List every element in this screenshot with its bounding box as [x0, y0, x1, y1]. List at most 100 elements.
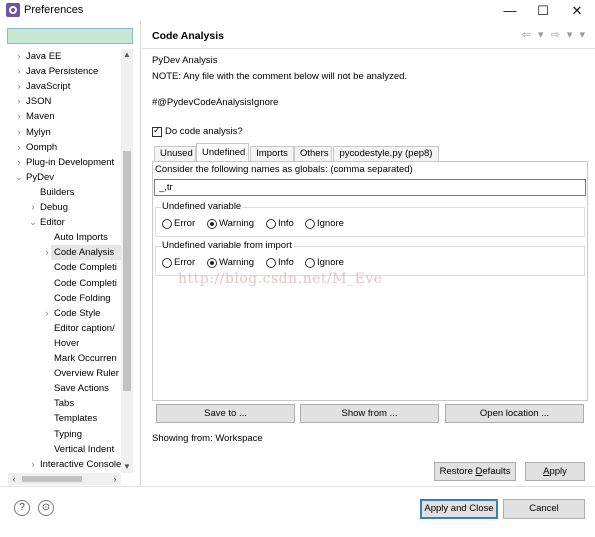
radio-info[interactable]: [266, 258, 276, 268]
globals-input[interactable]: [154, 179, 586, 196]
apply-and-close-button[interactable]: Apply and Close: [420, 499, 498, 519]
tree-item[interactable]: › Maven: [18, 109, 55, 124]
note-text: NOTE: Any file with the comment below wi…: [152, 71, 408, 82]
radio-ignore[interactable]: [305, 219, 315, 229]
tree-item-label: Debug: [40, 202, 68, 213]
watermark: http://blog.csdn.net/M_Eve: [178, 271, 383, 287]
filter-input[interactable]: [7, 28, 133, 44]
import-export-icon[interactable]: ⊙: [38, 500, 54, 516]
tree-horizontal-scrollbar[interactable]: ‹ ›: [8, 473, 121, 485]
collapsed-arrow-icon[interactable]: ›: [14, 155, 24, 170]
tree-vertical-scrollbar[interactable]: ▲ ▼: [121, 49, 133, 473]
collapsed-arrow-icon[interactable]: ›: [42, 245, 52, 260]
tree-item[interactable]: Mark Occurren: [54, 351, 117, 366]
tree-item[interactable]: Tabs: [54, 396, 74, 411]
tree-item-label: Java Persistence: [26, 66, 99, 78]
scrollbar-thumb[interactable]: [22, 476, 82, 482]
tree-item[interactable]: Hover: [54, 336, 79, 351]
cancel-button[interactable]: Cancel: [503, 499, 585, 519]
tree-item[interactable]: › Code Style: [46, 306, 101, 321]
tree-item-label: Editor caption/: [54, 322, 115, 334]
tree-item-label: Mark Occurren: [54, 353, 117, 364]
tree-item[interactable]: Auto Imports: [54, 230, 108, 245]
radio-info[interactable]: [266, 219, 276, 229]
restore-defaults-button[interactable]: Restore Defaults: [434, 462, 516, 481]
tree-item[interactable]: › Mylyn: [18, 125, 51, 140]
expanded-arrow-icon[interactable]: ⌄: [28, 215, 38, 230]
radio-label: Error: [174, 257, 196, 268]
tree-item-label: Editor: [40, 217, 65, 229]
tree-item[interactable]: › Debug: [32, 200, 69, 215]
tree-item[interactable]: › JavaScript: [18, 79, 71, 94]
tree-item[interactable]: Vertical Indent: [54, 442, 114, 457]
show-from-button[interactable]: Show from ...: [300, 404, 439, 423]
collapsed-arrow-icon[interactable]: ›: [28, 200, 38, 215]
help-icon[interactable]: ?: [14, 500, 30, 516]
tree-item-label: Tabs: [54, 398, 75, 410]
do-code-analysis-checkbox[interactable]: [152, 125, 162, 137]
scroll-down-icon[interactable]: ▼: [121, 461, 133, 473]
tree-item[interactable]: Code Completi: [54, 260, 117, 275]
tree-item-label: Builders: [40, 186, 75, 198]
collapsed-arrow-icon[interactable]: ›: [14, 64, 24, 79]
radio-error[interactable]: [162, 219, 172, 229]
tree-item[interactable]: › Code Analysis: [46, 245, 121, 261]
expanded-arrow-icon[interactable]: ⌄: [14, 170, 24, 185]
save-to-button[interactable]: Save to ...: [156, 404, 295, 423]
apply-button[interactable]: Apply: [525, 462, 585, 481]
tree-item[interactable]: Code Completi: [54, 276, 117, 291]
tree-item[interactable]: Save Actions: [54, 381, 109, 396]
radio-warning[interactable]: [207, 258, 217, 268]
tree-item[interactable]: Templates: [54, 411, 97, 426]
radio-ignore[interactable]: [305, 258, 315, 268]
collapsed-arrow-icon[interactable]: ›: [14, 109, 24, 124]
tree-item[interactable]: ⌄ Editor: [29, 215, 65, 230]
restore-defaults-label: Restore: [439, 466, 476, 477]
tree-item-label: Typing: [54, 428, 82, 440]
radio-label: Warning: [219, 257, 255, 268]
close-button[interactable]: ✕: [560, 0, 594, 21]
scroll-left-icon[interactable]: ‹: [8, 473, 20, 485]
tree-item[interactable]: › Plug-in Development: [18, 155, 115, 170]
tree-item[interactable]: › Oomph: [18, 140, 58, 155]
tree-item-label: Java EE: [26, 51, 62, 62]
tree-item[interactable]: › Interactive Console: [32, 457, 122, 472]
history-nav-icons[interactable]: ⇦ ▾ ⇨ ▾ ▾: [522, 28, 587, 41]
tree-item[interactable]: Typing: [54, 427, 82, 442]
tab-imports[interactable]: Imports: [250, 146, 294, 161]
collapsed-arrow-icon[interactable]: ›: [28, 457, 38, 472]
tab-undefined[interactable]: Undefined: [196, 143, 249, 161]
tree-item[interactable]: Editor caption/: [54, 321, 115, 336]
tab-unused[interactable]: Unused: [154, 146, 196, 161]
scroll-right-icon[interactable]: ›: [109, 473, 121, 485]
tab-others[interactable]: Others: [294, 146, 332, 161]
tree-item-label: Maven: [26, 111, 55, 123]
tree-item[interactable]: › JSON: [18, 94, 52, 109]
collapsed-arrow-icon[interactable]: ›: [14, 94, 24, 109]
collapsed-arrow-icon[interactable]: ›: [14, 140, 24, 155]
tree-item[interactable]: ⌄ PyDev: [15, 170, 54, 185]
tree-item[interactable]: › Java Persistence: [18, 64, 99, 79]
radio-label: Error: [174, 218, 196, 229]
apply-label-end: pply: [549, 466, 567, 477]
tree-item[interactable]: Builders: [40, 185, 74, 200]
collapsed-arrow-icon[interactable]: ›: [42, 306, 52, 321]
scroll-up-icon[interactable]: ▲: [121, 49, 133, 61]
minimize-button[interactable]: —: [493, 0, 527, 21]
showing-from-text: Showing from: Workspace: [152, 433, 263, 444]
radio-error[interactable]: [162, 258, 172, 268]
tab-pycodestyle[interactable]: pycodestyle.py (pep8): [333, 146, 439, 161]
globals-label: Consider the following names as globals:…: [155, 164, 413, 175]
page-title: Code Analysis: [152, 30, 224, 42]
maximize-button[interactable]: ☐: [526, 0, 560, 21]
collapsed-arrow-icon[interactable]: ›: [14, 49, 24, 64]
open-location-button[interactable]: Open location ...: [445, 404, 584, 423]
tree-item[interactable]: Code Folding: [54, 291, 111, 306]
radio-warning[interactable]: [207, 219, 217, 229]
scrollbar-thumb[interactable]: [123, 151, 131, 391]
collapsed-arrow-icon[interactable]: ›: [14, 79, 24, 94]
collapsed-arrow-icon[interactable]: ›: [14, 125, 24, 140]
tree-item[interactable]: Overview Ruler: [54, 366, 119, 381]
tree-item[interactable]: › Java EE: [18, 49, 62, 64]
tree-item-label: Overview Ruler: [54, 368, 119, 380]
